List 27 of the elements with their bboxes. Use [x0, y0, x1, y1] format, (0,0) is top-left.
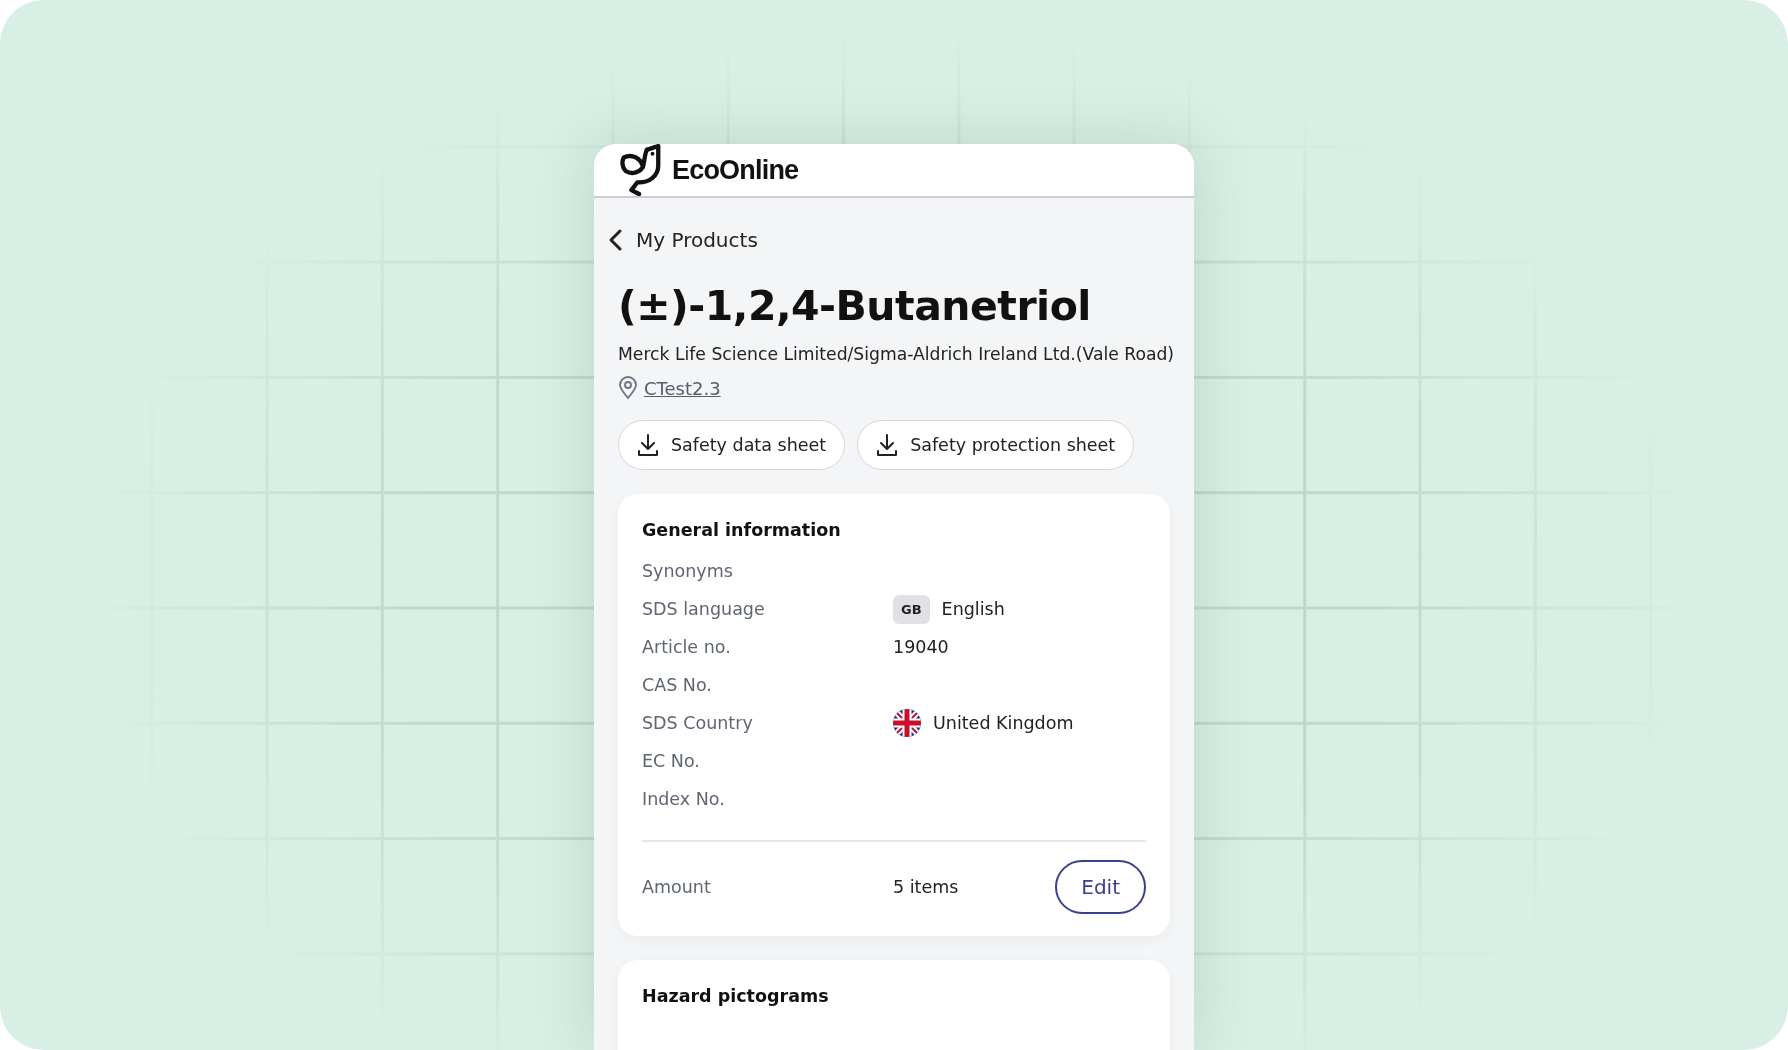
back-link[interactable]: My Products [608, 228, 758, 252]
card-title: Hazard pictograms [642, 986, 830, 1006]
field-label: Index No. [642, 789, 726, 809]
edit-button[interactable]: Edit [1055, 860, 1146, 914]
uk-flag-icon [893, 709, 921, 737]
field-label: Synonyms [642, 561, 734, 581]
language-code-badge: GB [893, 594, 930, 624]
card-title: General information [642, 520, 842, 540]
field-label: EC No. [642, 751, 701, 771]
download-icon [876, 433, 899, 457]
location-link[interactable]: CTest2.3 [644, 377, 721, 399]
field-value: United Kingdom [933, 713, 1074, 733]
field-label: SDS language [642, 599, 766, 619]
field-label: SDS Country [642, 713, 754, 733]
field-value: English [941, 599, 1005, 619]
field-label: Article no. [642, 637, 732, 657]
field-value: 19040 [893, 637, 949, 657]
download-button[interactable]: Safety protection sheet [857, 420, 1135, 470]
field-label: Amount [642, 877, 712, 897]
download-button[interactable]: Safety data sheet [618, 420, 846, 470]
field-value: 5 items [893, 877, 960, 897]
product-title: (±)-1,2,4-Butanetriol [618, 282, 1092, 330]
download-icon [637, 433, 659, 457]
chevron-left-icon [608, 228, 624, 252]
brand-name: EcoOnline [672, 154, 799, 186]
field-label: CAS No. [642, 675, 713, 695]
location-pin-icon [618, 376, 638, 400]
